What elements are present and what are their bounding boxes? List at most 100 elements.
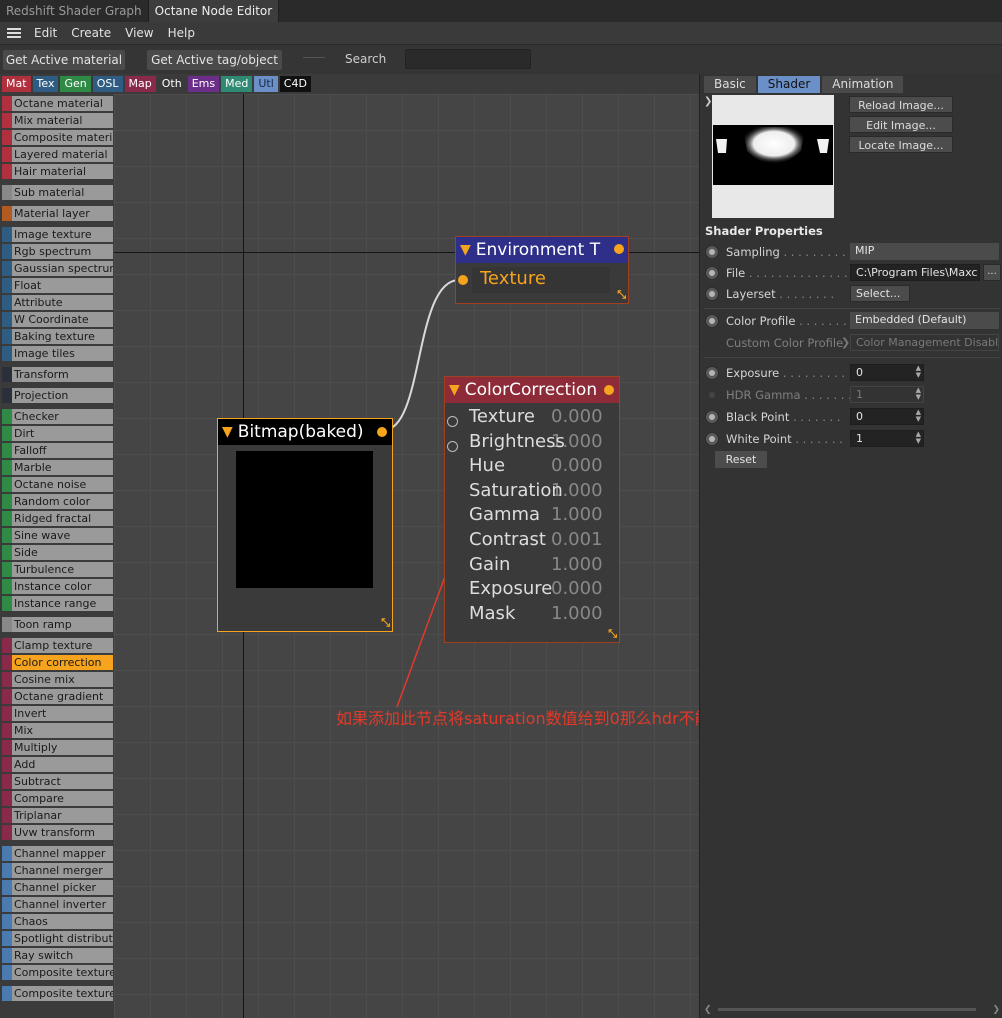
get-active-material-button[interactable]: Get Active material bbox=[3, 50, 125, 70]
resize-handle-icon[interactable]: ⤡ bbox=[608, 627, 617, 641]
node-list-item-add[interactable]: Add bbox=[2, 757, 113, 772]
node-graph-canvas[interactable]: ▼ Environment T Texture ⤡ ▼ Bitmap(baked… bbox=[114, 94, 699, 1018]
node-list-item-dirt[interactable]: Dirt bbox=[2, 426, 113, 441]
node-list-item-layered-material[interactable]: Layered material bbox=[2, 147, 113, 162]
node-list-item-invert[interactable]: Invert bbox=[2, 706, 113, 721]
node-list-item-mix[interactable]: Mix bbox=[2, 723, 113, 738]
resize-handle-icon[interactable]: ⤡ bbox=[381, 616, 390, 630]
node-list-item-compare[interactable]: Compare bbox=[2, 791, 113, 806]
node-list-item-falloff[interactable]: Falloff bbox=[2, 443, 113, 458]
tab-redshift-shader-graph[interactable]: Redshift Shader Graph bbox=[0, 0, 149, 22]
node-list-item-turbulence[interactable]: Turbulence bbox=[2, 562, 113, 577]
scroll-left-icon[interactable]: ❮ bbox=[704, 1005, 712, 1015]
node-list-item-instance-range[interactable]: Instance range bbox=[2, 596, 113, 611]
node-list-item-ridged-fractal[interactable]: Ridged fractal bbox=[2, 511, 113, 526]
bitmap-output-port[interactable] bbox=[377, 427, 387, 437]
node-list-item-instance-color[interactable]: Instance color bbox=[2, 579, 113, 594]
node-list-item-multiply[interactable]: Multiply bbox=[2, 740, 113, 755]
animate-toggle-icon[interactable] bbox=[705, 245, 719, 259]
node-list-item-marble[interactable]: Marble bbox=[2, 460, 113, 475]
node-list-item-spotlight-distribution[interactable]: Spotlight distribution bbox=[2, 931, 113, 946]
node-list-item-rgb-spectrum[interactable]: Rgb spectrum bbox=[2, 244, 113, 259]
environment-output-port[interactable] bbox=[614, 244, 624, 254]
node-list-item-baking-texture[interactable]: Baking texture bbox=[2, 329, 113, 344]
node-list-item-triplanar[interactable]: Triplanar bbox=[2, 808, 113, 823]
node-list-item-sine-wave[interactable]: Sine wave bbox=[2, 528, 113, 543]
node-list-item-checker[interactable]: Checker bbox=[2, 409, 113, 424]
node-list-item-mix-material[interactable]: Mix material bbox=[2, 113, 113, 128]
get-active-tag-object-button[interactable]: Get Active tag/object bbox=[147, 50, 282, 70]
node-list-item-composite-texture[interactable]: Composite texture bbox=[2, 965, 113, 980]
colorcorrection-node[interactable]: ▼ ColorCorrection 0.000 Texture 1.000 Brigh… bbox=[444, 376, 620, 643]
color-profile-dropdown[interactable]: Embedded (Default) bbox=[850, 312, 999, 329]
colorcorrection-output-port[interactable] bbox=[604, 385, 614, 395]
hamburger-menu-icon[interactable] bbox=[7, 28, 21, 38]
node-list-item-subtract[interactable]: Subtract bbox=[2, 774, 113, 789]
node-list-item-clamp-texture[interactable]: Clamp texture bbox=[2, 638, 113, 653]
category-tab-map[interactable]: Map bbox=[124, 76, 156, 92]
animate-toggle-icon[interactable] bbox=[705, 432, 719, 446]
reset-button[interactable]: Reset bbox=[715, 451, 767, 468]
node-list-item-gaussian-spectrum[interactable]: Gaussian spectrum bbox=[2, 261, 113, 276]
animate-toggle-icon[interactable] bbox=[705, 287, 719, 301]
node-list-item-octane-gradient[interactable]: Octane gradient bbox=[2, 689, 113, 704]
category-tab-c4d[interactable]: C4D bbox=[279, 76, 311, 92]
spinner-arrows-icon[interactable]: ▲ ▼ bbox=[916, 365, 921, 379]
bitmap-node-header[interactable]: ▼ Bitmap(baked) bbox=[218, 419, 392, 445]
node-list-item-image-tiles[interactable]: Image tiles bbox=[2, 346, 113, 361]
menu-create[interactable]: Create bbox=[64, 26, 118, 40]
animate-toggle-icon[interactable] bbox=[705, 410, 719, 424]
environment-node[interactable]: ▼ Environment T Texture ⤡ bbox=[455, 236, 629, 304]
node-list-item-ray-switch[interactable]: Ray switch bbox=[2, 948, 113, 963]
spinner-arrows-icon[interactable]: ▲ ▼ bbox=[916, 409, 921, 423]
resize-handle-icon[interactable]: ⤡ bbox=[617, 288, 626, 302]
node-list-item-sub-material[interactable]: Sub material bbox=[2, 185, 113, 200]
bitmap-node[interactable]: ▼ Bitmap(baked) ⤡ bbox=[217, 418, 393, 632]
node-list-item-projection[interactable]: Projection bbox=[2, 388, 113, 403]
node-list-item-uvw-transform[interactable]: Uvw transform bbox=[2, 825, 113, 840]
node-list-item-transform[interactable]: Transform bbox=[2, 367, 113, 382]
category-tab-osl[interactable]: OSL bbox=[92, 76, 123, 92]
gamma-param-value[interactable]: 1.000 bbox=[551, 503, 603, 527]
file-path-field[interactable]: C:\Program Files\Maxc bbox=[850, 264, 980, 281]
category-tab-tex[interactable]: Tex bbox=[32, 76, 59, 92]
node-list-item-float[interactable]: Float bbox=[2, 278, 113, 293]
contrast-param-value[interactable]: 0.001 bbox=[551, 528, 603, 552]
node-list-item-color-correction[interactable]: Color correction bbox=[2, 655, 113, 670]
animate-toggle-icon[interactable] bbox=[705, 266, 719, 280]
scroll-right-icon[interactable]: ❯ bbox=[992, 1005, 1000, 1015]
node-list-item-chaos[interactable]: Chaos bbox=[2, 914, 113, 929]
menu-edit[interactable]: Edit bbox=[27, 26, 64, 40]
exposure-input[interactable]: 0 ▲ ▼ bbox=[850, 364, 924, 381]
environment-texture-input-port[interactable] bbox=[458, 275, 468, 285]
edit-image-button[interactable]: Edit Image... bbox=[849, 116, 953, 133]
node-list-item-w-coordinate[interactable]: W Coordinate bbox=[2, 312, 113, 327]
horizontal-scrollbar[interactable]: ❮ ❯ bbox=[704, 1004, 1000, 1015]
category-tab-ems[interactable]: Ems bbox=[187, 76, 220, 92]
gain-param-value[interactable]: 1.000 bbox=[551, 553, 603, 577]
file-browse-button[interactable]: ... bbox=[983, 264, 1001, 281]
scrollbar-track[interactable] bbox=[718, 1008, 976, 1011]
animate-toggle-icon[interactable] bbox=[705, 366, 719, 380]
node-list-item-side[interactable]: Side bbox=[2, 545, 113, 560]
category-tab-med[interactable]: Med bbox=[221, 76, 253, 92]
node-list-item-composite-material[interactable]: Composite material bbox=[2, 130, 113, 145]
locate-image-button[interactable]: Locate Image... bbox=[849, 136, 953, 153]
tab-basic[interactable]: Basic bbox=[704, 76, 756, 93]
node-list-item-cosine-mix[interactable]: Cosine mix bbox=[2, 672, 113, 687]
category-tab-mat[interactable]: Mat bbox=[2, 76, 31, 92]
node-list-item-octane-noise[interactable]: Octane noise bbox=[2, 477, 113, 492]
collapse-triangle-icon[interactable]: ▼ bbox=[449, 382, 460, 398]
node-list-item-octane-material[interactable]: Octane material bbox=[2, 96, 113, 111]
menu-view[interactable]: View bbox=[118, 26, 160, 40]
node-list-item-channel-picker[interactable]: Channel picker bbox=[2, 880, 113, 895]
collapse-triangle-icon[interactable]: ▼ bbox=[460, 242, 471, 258]
node-list-item-material-layer[interactable]: Material layer bbox=[2, 206, 113, 221]
exposure-param-value[interactable]: 0.000 bbox=[551, 577, 603, 601]
sampling-dropdown[interactable]: MIP bbox=[850, 243, 999, 260]
menu-help[interactable]: Help bbox=[161, 26, 202, 40]
layerset-select-button[interactable]: Select... bbox=[850, 285, 910, 302]
environment-node-header[interactable]: ▼ Environment T bbox=[456, 237, 628, 263]
node-list-item-attribute[interactable]: Attribute bbox=[2, 295, 113, 310]
node-list-item-image-texture[interactable]: Image texture bbox=[2, 227, 113, 242]
